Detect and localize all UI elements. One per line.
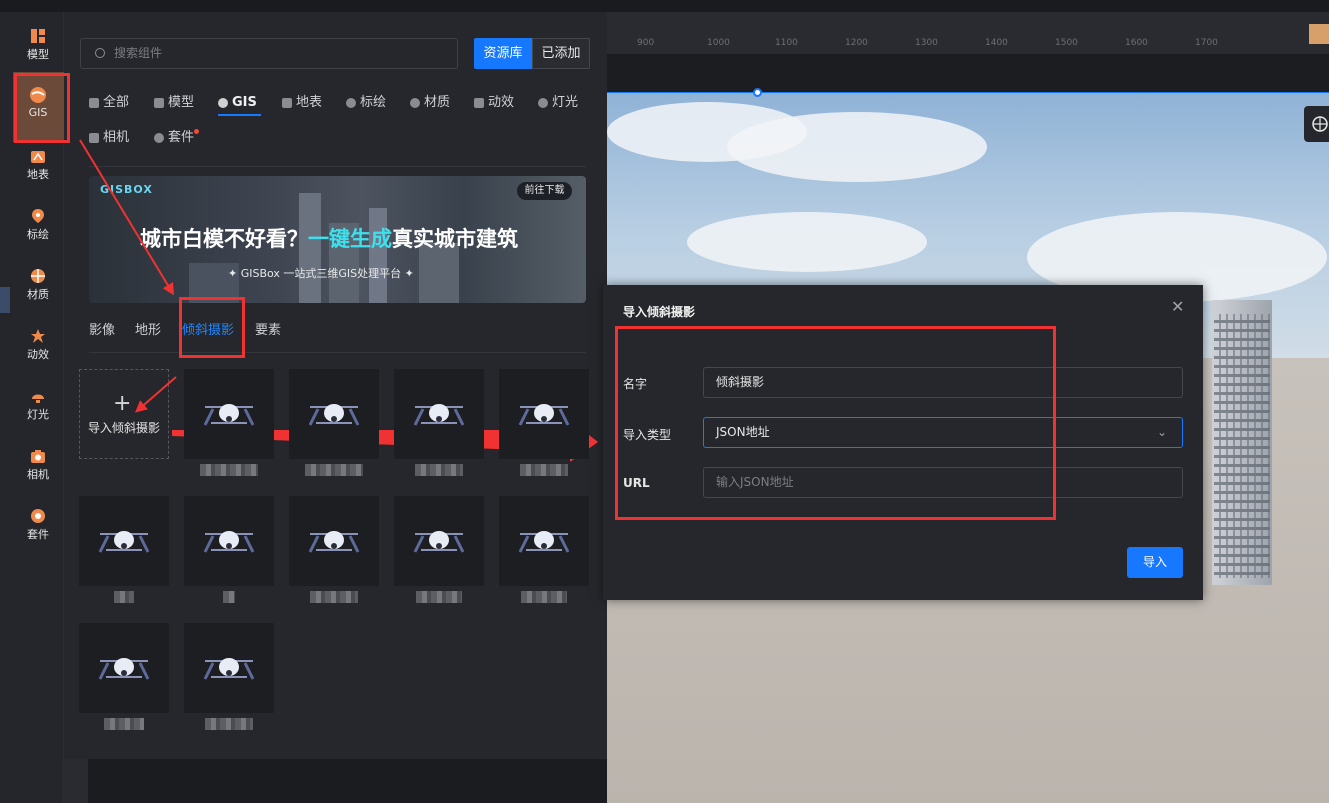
resource-card-caption: [200, 464, 258, 476]
drone-icon: [98, 658, 150, 680]
arrow: [134, 376, 177, 413]
resource-card[interactable]: [184, 369, 274, 459]
drone-icon: [203, 404, 255, 426]
drone-icon: [203, 658, 255, 680]
resource-card-caption: [223, 591, 235, 603]
resource-card[interactable]: [184, 623, 274, 713]
app-root: 模型 GIS 地表 标绘 材质 动效 灯光 相机 套件 900 1000 110…: [0, 0, 1329, 803]
resource-card-caption: [205, 718, 253, 730]
drone-icon: [518, 404, 570, 426]
resource-card-caption: [305, 464, 363, 476]
drone-icon: [518, 531, 570, 553]
drone-icon: [203, 531, 255, 553]
resource-card[interactable]: [499, 496, 589, 586]
drone-icon: [308, 531, 360, 553]
resource-card[interactable]: [184, 496, 274, 586]
resource-card-caption: [415, 464, 463, 476]
resource-card-caption: [521, 591, 567, 603]
resource-card-caption: [520, 464, 568, 476]
drone-icon: [413, 531, 465, 553]
resource-card[interactable]: [289, 496, 379, 586]
resource-card[interactable]: [289, 369, 379, 459]
resource-card[interactable]: [394, 369, 484, 459]
drone-icon: [98, 531, 150, 553]
resource-card[interactable]: [394, 496, 484, 586]
drone-icon: [308, 404, 360, 426]
resource-card[interactable]: [79, 496, 169, 586]
drone-icon: [413, 404, 465, 426]
resource-card-caption: [114, 591, 134, 603]
resource-card-caption: [310, 591, 358, 603]
resource-card-caption: [416, 591, 462, 603]
resource-card[interactable]: [79, 623, 169, 713]
resource-card-caption: [104, 718, 144, 730]
arrow: [79, 139, 175, 296]
resource-card[interactable]: [499, 369, 589, 459]
